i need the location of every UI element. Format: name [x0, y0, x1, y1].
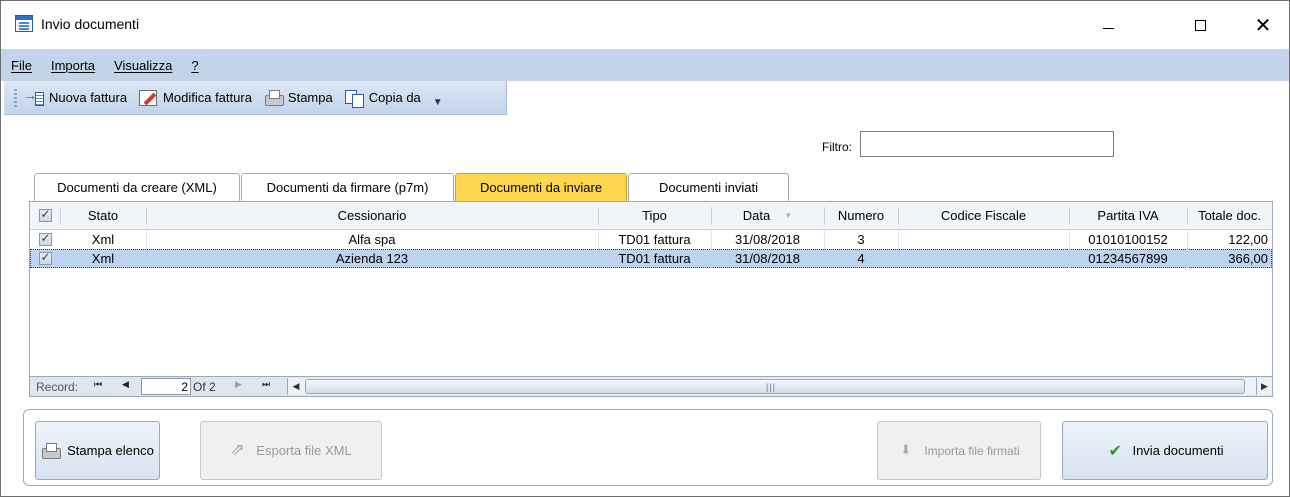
print-list-label: Stampa elenco: [67, 443, 154, 458]
new-invoice-button[interactable]: Nuova fattura: [23, 87, 128, 106]
cell-cessionario: Alfa spa: [348, 232, 396, 247]
cell-totale: 122,00: [1228, 232, 1268, 247]
menu-file[interactable]: File: [11, 58, 32, 73]
cell-totale: 366,00: [1228, 251, 1268, 266]
export-arrow-icon: [230, 440, 248, 460]
record-navigator: Record: ⏮ ◀ Of 2 ▶ ⏭ ◀ ||| ▶: [30, 376, 1272, 396]
maximize-button[interactable]: [1185, 11, 1215, 39]
import-signed-label: Importa file firmati: [924, 443, 1020, 458]
header-numero[interactable]: Numero: [824, 202, 898, 229]
cell-stato: Xml: [91, 232, 115, 247]
record-position-input[interactable]: [141, 378, 191, 395]
close-button[interactable]: ✕: [1248, 11, 1278, 39]
menu-bar: File Importa Visualizza ?: [1, 49, 1289, 81]
cell-cessionario: Azienda 123: [335, 251, 409, 266]
send-documents-button[interactable]: Invia documenti: [1062, 421, 1268, 480]
menu-importa[interactable]: Importa: [51, 58, 95, 73]
first-record-icon[interactable]: ⏮: [94, 379, 102, 390]
cell-codice-fiscale: [898, 230, 1069, 249]
scroll-right-icon[interactable]: ▶: [1256, 378, 1272, 395]
tab-documenti-da-creare[interactable]: Documenti da creare (XML): [34, 173, 240, 201]
previous-record-icon[interactable]: ◀: [122, 379, 129, 390]
cell-numero: 3: [857, 232, 865, 247]
print-label: Stampa: [287, 90, 333, 105]
table-row-selected[interactable]: Xml Azienda 123 TD01 fattura 31/08/2018 …: [30, 249, 1272, 268]
filter-label: Filtro:: [822, 140, 852, 154]
grid-header: Stato Cessionario Tipo Data ▼ Numero Cod…: [30, 202, 1272, 230]
cell-partita-iva: 01234567899: [1088, 251, 1168, 266]
horizontal-scrollbar[interactable]: ◀ ||| ▶: [287, 378, 1272, 395]
row-checkbox[interactable]: [38, 231, 52, 246]
menu-help[interactable]: ?: [191, 58, 198, 73]
toolbar-grip[interactable]: [14, 88, 17, 107]
export-xml-button[interactable]: Esporta file XML: [200, 421, 382, 480]
header-partita-iva[interactable]: Partita IVA: [1069, 202, 1187, 229]
minimize-button[interactable]: [1093, 11, 1123, 39]
documents-grid: Stato Cessionario Tipo Data ▼ Numero Cod…: [29, 201, 1273, 397]
send-documents-label: Invia documenti: [1132, 443, 1224, 458]
cell-stato: Xml: [91, 251, 115, 266]
copy-from-button[interactable]: Copia da: [344, 89, 421, 108]
record-count: Of 2: [193, 380, 216, 394]
cell-data: 31/08/2018: [734, 232, 801, 247]
app-document-icon: [15, 15, 33, 32]
filter-input[interactable]: [860, 131, 1114, 157]
printer-icon: [41, 442, 62, 459]
maximize-icon: [1194, 19, 1206, 31]
sort-descending-icon: ▼: [784, 211, 793, 220]
download-arrow-icon: [898, 442, 916, 459]
next-record-icon[interactable]: ▶: [235, 379, 242, 390]
copy-from-label: Copia da: [368, 90, 421, 105]
scrollbar-grip-icon: |||: [766, 382, 777, 392]
header-select-all[interactable]: [30, 202, 60, 229]
scrollbar-thumb[interactable]: |||: [305, 379, 1245, 394]
header-cessionario[interactable]: Cessionario: [146, 202, 598, 229]
window-title: Invio documenti: [41, 16, 140, 32]
tab-documenti-da-firmare[interactable]: Documenti da firmare (p7m): [241, 173, 454, 201]
header-totale[interactable]: Totale doc.: [1187, 202, 1272, 229]
tab-documenti-da-inviare[interactable]: Documenti da inviare: [455, 173, 627, 201]
scroll-left-icon[interactable]: ◀: [288, 378, 304, 395]
app-window: Invio documenti ✕ File Importa Visualizz…: [0, 0, 1290, 497]
select-all-checkbox[interactable]: [38, 207, 52, 222]
edit-invoice-button[interactable]: Modifica fattura: [139, 89, 252, 106]
header-data[interactable]: Data ▼: [711, 202, 824, 229]
print-button[interactable]: Stampa: [264, 89, 333, 106]
cell-tipo: TD01 fattura: [618, 232, 691, 247]
header-tipo[interactable]: Tipo: [598, 202, 711, 229]
edit-pencil-icon: [139, 89, 158, 106]
minimize-icon: [1102, 27, 1114, 29]
row-checkbox[interactable]: [38, 250, 52, 265]
printer-icon: [264, 89, 284, 106]
last-record-icon[interactable]: ⏭: [262, 379, 270, 390]
checkmark-icon: [1106, 441, 1124, 461]
toolbar-overflow-icon[interactable]: ▼: [433, 97, 443, 108]
menu-visualizza[interactable]: Visualizza: [114, 58, 172, 73]
cell-data: 31/08/2018: [734, 251, 801, 266]
header-stato[interactable]: Stato: [60, 202, 146, 229]
record-label: Record:: [36, 380, 79, 394]
header-codice-fiscale[interactable]: Codice Fiscale: [898, 202, 1069, 229]
copy-icon: [344, 89, 364, 108]
cell-numero: 4: [857, 251, 865, 266]
new-invoice-label: Nuova fattura: [49, 90, 128, 105]
edit-invoice-label: Modifica fattura: [163, 90, 252, 105]
cell-tipo: TD01 fattura: [618, 251, 691, 266]
actions-group: Stampa elenco Esporta file XML Importa f…: [23, 409, 1273, 486]
export-xml-label: Esporta file XML: [256, 443, 352, 458]
toolbar: Nuova fattura Modifica fattura Stampa Co…: [4, 81, 507, 115]
cell-partita-iva: 01010100152: [1088, 232, 1168, 247]
table-row[interactable]: Xml Alfa spa TD01 fattura 31/08/2018 3 0…: [30, 230, 1272, 249]
header-data-label: Data: [742, 208, 771, 223]
new-document-icon: [23, 87, 44, 106]
cell-codice-fiscale: [898, 249, 1069, 268]
title-bar: Invio documenti ✕: [1, 1, 1289, 49]
print-list-button[interactable]: Stampa elenco: [35, 421, 160, 480]
import-signed-button[interactable]: Importa file firmati: [877, 421, 1041, 480]
tab-documenti-inviati[interactable]: Documenti inviati: [628, 173, 789, 201]
